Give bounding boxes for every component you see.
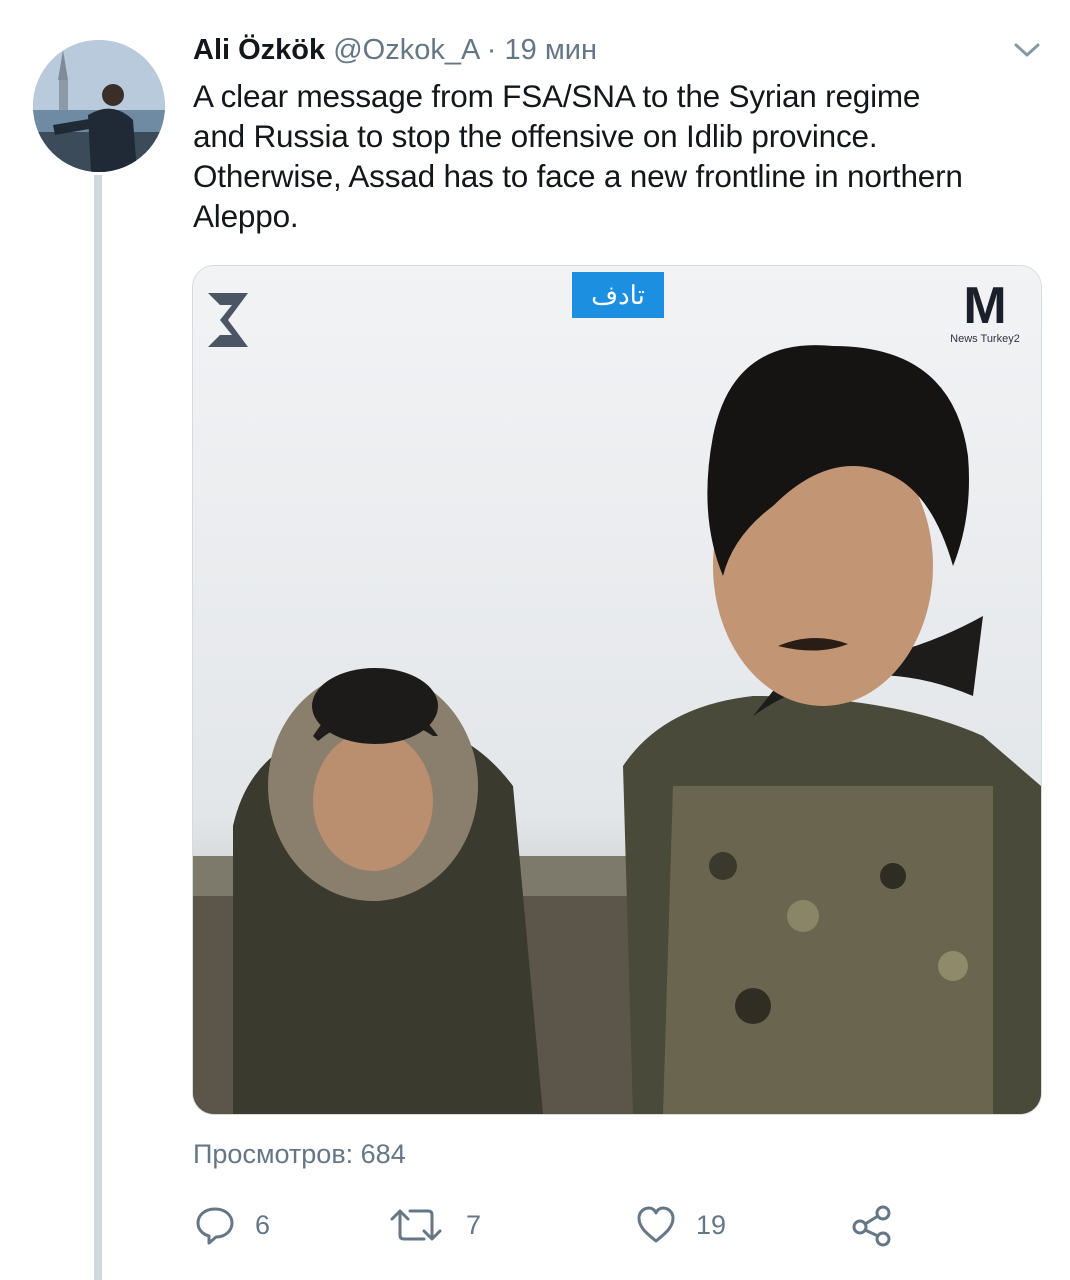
video-frame xyxy=(193,266,1041,1114)
tweet-time[interactable]: 19 мин xyxy=(505,34,597,66)
heart-icon xyxy=(637,1206,675,1243)
reply-count: 6 xyxy=(255,1209,271,1240)
retweet-count: 7 xyxy=(466,1209,482,1240)
avatar[interactable] xyxy=(33,40,165,172)
share-icon xyxy=(852,1205,891,1247)
chevron-down-icon[interactable] xyxy=(1012,38,1042,62)
view-count: Просмотров: 684 xyxy=(193,1139,406,1169)
channel-logo-left xyxy=(200,285,260,355)
separator-dot: · xyxy=(486,34,497,66)
author-name[interactable]: Ali Özkök xyxy=(193,34,325,66)
thread-line xyxy=(94,175,102,1280)
reply-button[interactable]: 6 xyxy=(193,1200,270,1250)
share-button[interactable] xyxy=(850,1200,894,1250)
media-overlay-tag: تادف xyxy=(572,272,664,318)
news-logo: M News Turkey2 xyxy=(930,280,1040,346)
retweet-icon xyxy=(390,1209,442,1241)
tweet-header: Ali Özkök @Ozkok_A · 19 мин xyxy=(193,30,597,70)
tweet-video[interactable] xyxy=(192,265,1042,1115)
news-logo-brand: News Turkey2 xyxy=(950,333,1020,345)
reply-icon xyxy=(196,1207,234,1245)
tweet-text: A clear message from FSA/SNA to the Syri… xyxy=(193,78,963,234)
like-count: 19 xyxy=(696,1209,727,1240)
news-logo-letter: M xyxy=(963,277,1007,335)
author-handle[interactable]: @Ozkok_A xyxy=(333,34,479,66)
avatar-photo xyxy=(33,40,165,172)
retweet-button[interactable]: 7 xyxy=(384,1200,481,1250)
like-button[interactable]: 19 xyxy=(634,1200,726,1250)
